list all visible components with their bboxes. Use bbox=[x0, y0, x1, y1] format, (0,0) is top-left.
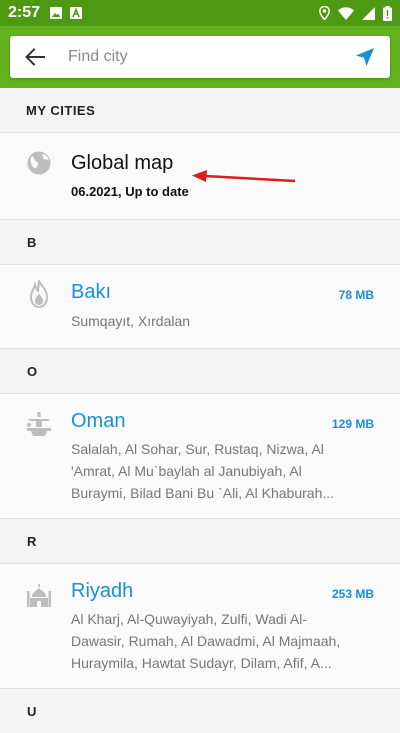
app-notification-icon bbox=[70, 7, 83, 19]
city-name: Oman bbox=[71, 410, 126, 432]
globe-icon bbox=[25, 149, 53, 177]
wifi-icon bbox=[338, 6, 354, 20]
subtitle-line: Buraymi, Bilad Bani Bu `Ali, Al Khaburah… bbox=[71, 485, 335, 501]
tower-icon bbox=[25, 411, 53, 439]
status-time: 2:57 bbox=[8, 4, 41, 21]
app-header bbox=[0, 26, 400, 88]
subtitle-line: Salalah, Al Sohar, Sur, Rustaq, Nizwa, A… bbox=[71, 441, 324, 457]
global-map-title: Global map bbox=[71, 152, 174, 174]
status-system-icons bbox=[319, 5, 392, 21]
city-list: MY CITIES Global map 06.2021, Up to date… bbox=[0, 88, 400, 733]
global-map-status: 06.2021, Up to date bbox=[71, 184, 189, 199]
arrow-back-icon bbox=[25, 48, 45, 66]
download-size: 253 MB bbox=[331, 587, 374, 601]
navigation-arrow-icon bbox=[356, 48, 374, 66]
download-size: 78 MB bbox=[338, 288, 374, 302]
subtitle-line: Al Kharj, Al-Quwayiyah, Zulfi, Wadi Al- bbox=[71, 611, 308, 627]
city-name: Riyadh bbox=[71, 580, 134, 602]
city-row-riyadh[interactable]: Riyadh 253 MB Al Kharj, Al-Quwayiyah, Zu… bbox=[0, 564, 400, 688]
city-subtitle: Al Kharj, Al-Quwayiyah, Zulfi, Wadi Al- … bbox=[71, 608, 376, 674]
global-map-row[interactable]: Global map 06.2021, Up to date bbox=[0, 133, 400, 219]
letter-header-b: B bbox=[0, 220, 400, 264]
letter-header-u: U bbox=[0, 689, 400, 733]
mosque-icon bbox=[25, 581, 53, 609]
letter-header-r: R bbox=[0, 519, 400, 563]
download-size: 129 MB bbox=[331, 417, 374, 431]
status-notification-icons bbox=[50, 7, 83, 19]
status-bar: 2:57 bbox=[0, 0, 400, 26]
location-icon bbox=[319, 6, 330, 20]
locate-button[interactable] bbox=[340, 36, 390, 78]
city-row-oman[interactable]: Oman 129 MB Salalah, Al Sohar, Sur, Rust… bbox=[0, 394, 400, 518]
back-button[interactable] bbox=[10, 36, 60, 78]
image-notification-icon bbox=[50, 7, 63, 19]
signal-icon bbox=[362, 6, 375, 20]
search-bar bbox=[10, 36, 390, 78]
my-cities-header: MY CITIES bbox=[0, 88, 400, 132]
subtitle-line: Dawasir, Rumah, Al Dawadmi, Al Majmaah, bbox=[71, 633, 341, 649]
subtitle-line: 'Amrat, Al Mu`baylah al Janubiyah, Al bbox=[71, 463, 302, 479]
search-input[interactable] bbox=[60, 48, 340, 66]
city-name: Bakı bbox=[71, 281, 112, 303]
battery-alert-icon bbox=[383, 5, 392, 21]
letter-header-o: O bbox=[0, 349, 400, 393]
flame-icon bbox=[25, 280, 53, 308]
city-subtitle: Salalah, Al Sohar, Sur, Rustaq, Nizwa, A… bbox=[71, 438, 376, 504]
city-subtitle: Sumqayıt, Xırdalan bbox=[71, 313, 191, 329]
city-row-baki[interactable]: Bakı 78 MB Sumqayıt, Xırdalan bbox=[0, 265, 400, 348]
subtitle-line: Huraymila, Hawtat Sudayr, Dilam, Afif, A… bbox=[71, 655, 332, 671]
